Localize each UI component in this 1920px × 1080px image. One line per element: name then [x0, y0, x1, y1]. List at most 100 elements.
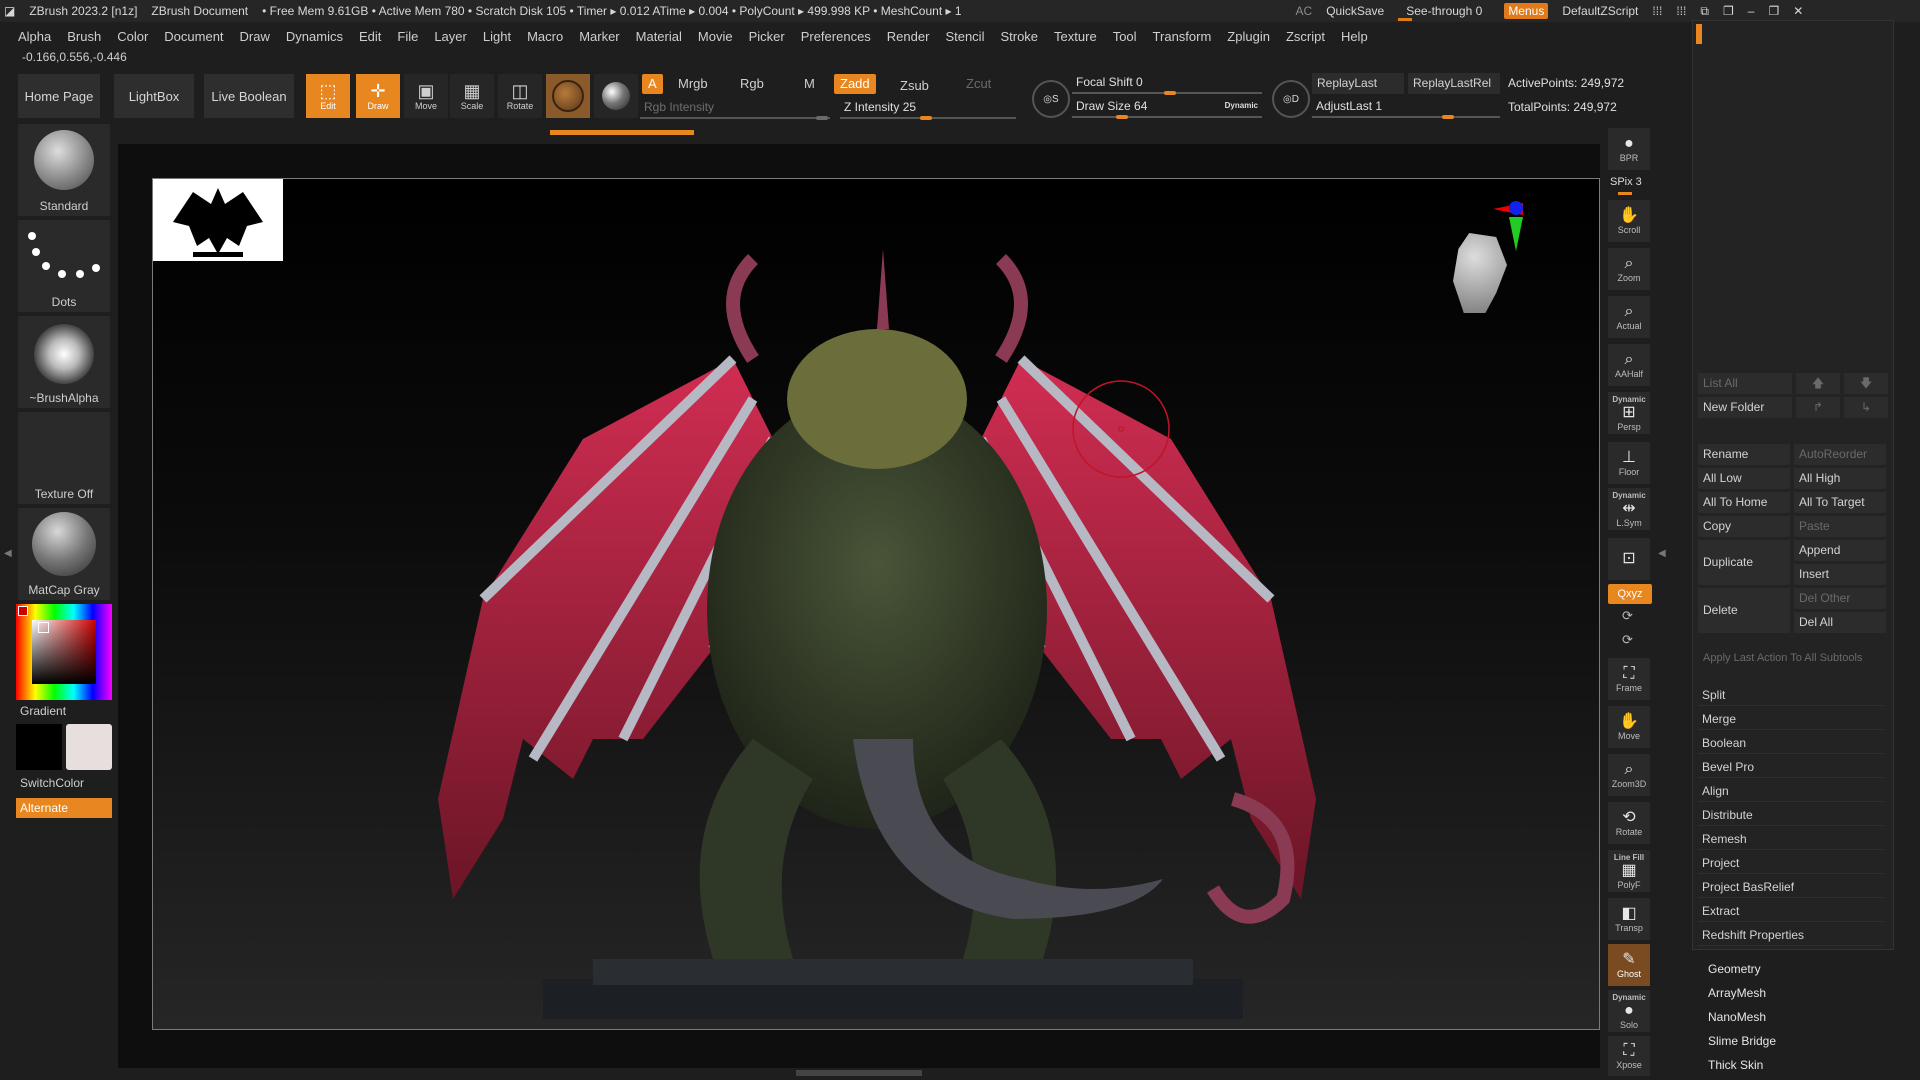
menu-texture[interactable]: Texture: [1046, 29, 1105, 44]
m-toggle[interactable]: M: [798, 74, 821, 94]
frame-button[interactable]: ⛶ Frame: [1608, 658, 1650, 700]
draw-size-slider[interactable]: Draw Size 64 Dynamic: [1072, 96, 1262, 119]
default-zscript-button[interactable]: DefaultZScript: [1562, 4, 1638, 18]
scroll-button[interactable]: ✋ Scroll: [1608, 200, 1650, 242]
nanomesh-subpalette[interactable]: NanoMesh: [1708, 1010, 1766, 1024]
menu-stencil[interactable]: Stencil: [937, 29, 992, 44]
aahalf-button[interactable]: ⌕ AAHalf: [1608, 344, 1650, 386]
project-basrelief-button[interactable]: Project BasRelief: [1698, 876, 1884, 898]
append-button[interactable]: Append: [1794, 540, 1886, 561]
merge-button[interactable]: Merge: [1698, 708, 1884, 730]
move-view-button[interactable]: ✋ Move: [1608, 706, 1650, 748]
zadd-toggle[interactable]: Zadd: [834, 74, 876, 94]
project-button[interactable]: Project: [1698, 852, 1884, 874]
slider-handle[interactable]: [1164, 91, 1176, 95]
edit-mode-button[interactable]: ⬚ Edit: [306, 74, 350, 118]
menu-document[interactable]: Document: [156, 29, 231, 44]
brush-selector[interactable]: Standard: [18, 124, 110, 216]
spix-handle[interactable]: [1618, 192, 1632, 195]
redshift-properties-button[interactable]: Redshift Properties: [1698, 924, 1884, 946]
menu-file[interactable]: File: [389, 29, 426, 44]
replay-dial[interactable]: ◎ D: [1272, 80, 1310, 118]
thick-skin-subpalette[interactable]: Thick Skin: [1708, 1058, 1763, 1072]
menu-alpha[interactable]: Alpha: [10, 29, 59, 44]
actual-button[interactable]: ⌕ Actual: [1608, 296, 1650, 338]
color-cursor[interactable]: [38, 622, 49, 633]
bevel-pro-button[interactable]: Bevel Pro: [1698, 756, 1884, 778]
spix-slider[interactable]: SPix 3: [1610, 176, 1642, 188]
xpose-button[interactable]: ⛶ Xpose: [1608, 1036, 1650, 1076]
rotate-view-button[interactable]: ⟲ Rotate: [1608, 802, 1650, 844]
rgb-toggle[interactable]: Rgb: [734, 74, 770, 94]
left-collapse-icon[interactable]: ◀: [4, 548, 12, 559]
quicksave-button[interactable]: QuickSave: [1326, 4, 1384, 18]
hue-cursor[interactable]: [18, 606, 28, 616]
del-other-button[interactable]: Del Other: [1794, 588, 1886, 609]
slider-handle[interactable]: [1116, 115, 1128, 119]
material-selector[interactable]: MatCap Gray: [18, 508, 110, 600]
gradient-label[interactable]: Gradient: [20, 704, 66, 718]
move-down-icon[interactable]: ↳: [1844, 397, 1888, 418]
apply-last-action-button[interactable]: Apply Last Action To All Subtools: [1698, 648, 1886, 669]
live-boolean-button[interactable]: Live Boolean: [204, 74, 294, 118]
bottom-shelf-handle[interactable]: [796, 1070, 922, 1076]
slider-handle[interactable]: [1442, 115, 1454, 119]
rgb-intensity-slider[interactable]: Rgb Intensity: [640, 97, 830, 120]
switch-color-button[interactable]: SwitchColor: [20, 776, 84, 790]
replay-last-rel-button[interactable]: ReplayLastRel: [1408, 73, 1500, 94]
menu-brush[interactable]: Brush: [59, 29, 109, 44]
main-color-swatch[interactable]: [16, 724, 62, 770]
new-folder-button[interactable]: New Folder: [1698, 397, 1792, 418]
align-button[interactable]: Align: [1698, 780, 1884, 802]
a-toggle[interactable]: A: [642, 74, 663, 94]
lightbox-button[interactable]: LightBox: [114, 74, 194, 118]
move-up-icon[interactable]: ↱: [1796, 397, 1840, 418]
rotate-z-icon[interactable]: ⟳: [1622, 632, 1633, 648]
color-sphere-button[interactable]: [594, 74, 638, 118]
right-collapse-icon[interactable]: ◀: [1658, 548, 1666, 559]
menu-help[interactable]: Help: [1333, 29, 1376, 44]
texture-selector[interactable]: Texture Off: [18, 412, 110, 504]
rotate-mode-button[interactable]: ◫ Rotate: [498, 74, 542, 118]
all-to-target-button[interactable]: All To Target: [1794, 492, 1886, 513]
boolean-button[interactable]: Boolean: [1698, 732, 1884, 754]
geometry-subpalette[interactable]: Geometry: [1708, 962, 1761, 976]
see-through-slider[interactable]: See-through 0: [1398, 4, 1490, 21]
delete-button[interactable]: Delete: [1698, 588, 1790, 633]
layout-icon[interactable]: ⁞⁞⁞: [1652, 4, 1662, 18]
ghost-button[interactable]: ✎ Ghost: [1608, 944, 1650, 986]
dynamic-toggle[interactable]: Dynamic: [1225, 96, 1258, 116]
floor-button[interactable]: ⊥ Floor: [1608, 442, 1650, 484]
window-icon[interactable]: ⧉: [1700, 4, 1709, 19]
zcut-toggle[interactable]: Zcut: [960, 74, 997, 94]
persp-button[interactable]: Dynamic ⊞ Persp: [1608, 392, 1650, 434]
menu-light[interactable]: Light: [475, 29, 519, 44]
menu-render[interactable]: Render: [879, 29, 938, 44]
distribute-button[interactable]: Distribute: [1698, 804, 1884, 826]
move-mode-button[interactable]: ▣ Move: [404, 74, 448, 118]
remesh-button[interactable]: Remesh: [1698, 828, 1884, 850]
copy-button[interactable]: Copy: [1698, 516, 1790, 537]
extract-button[interactable]: Extract: [1698, 900, 1884, 922]
zoom-button[interactable]: ⌕ Zoom: [1608, 248, 1650, 290]
all-to-home-button[interactable]: All To Home: [1698, 492, 1790, 513]
insert-button[interactable]: Insert: [1794, 564, 1886, 585]
zoom3d-button[interactable]: ⌕ Zoom3D: [1608, 754, 1650, 796]
arrow-down-icon[interactable]: 🡇: [1844, 373, 1888, 394]
solo-button[interactable]: Dynamic ● Solo: [1608, 990, 1650, 1032]
stroke-selector[interactable]: Dots: [18, 220, 110, 312]
all-low-button[interactable]: All Low: [1698, 468, 1790, 489]
ac-label[interactable]: AC: [1296, 4, 1313, 18]
menu-movie[interactable]: Movie: [690, 29, 741, 44]
document-canvas[interactable]: [152, 178, 1600, 1030]
bpr-render-button[interactable]: ● BPR: [1608, 128, 1650, 170]
color-picker[interactable]: [16, 604, 112, 700]
zsub-toggle[interactable]: Zsub: [894, 76, 935, 96]
scale-mode-button[interactable]: ▦ Scale: [450, 74, 494, 118]
focal-shift-slider[interactable]: Focal Shift 0: [1072, 72, 1262, 95]
sculpt-model[interactable]: [153, 179, 1600, 1030]
close-icon[interactable]: ✕: [1793, 4, 1803, 18]
menu-zplugin[interactable]: Zplugin: [1219, 29, 1278, 44]
home-page-button[interactable]: Home Page: [18, 74, 100, 118]
menu-edit[interactable]: Edit: [351, 29, 389, 44]
